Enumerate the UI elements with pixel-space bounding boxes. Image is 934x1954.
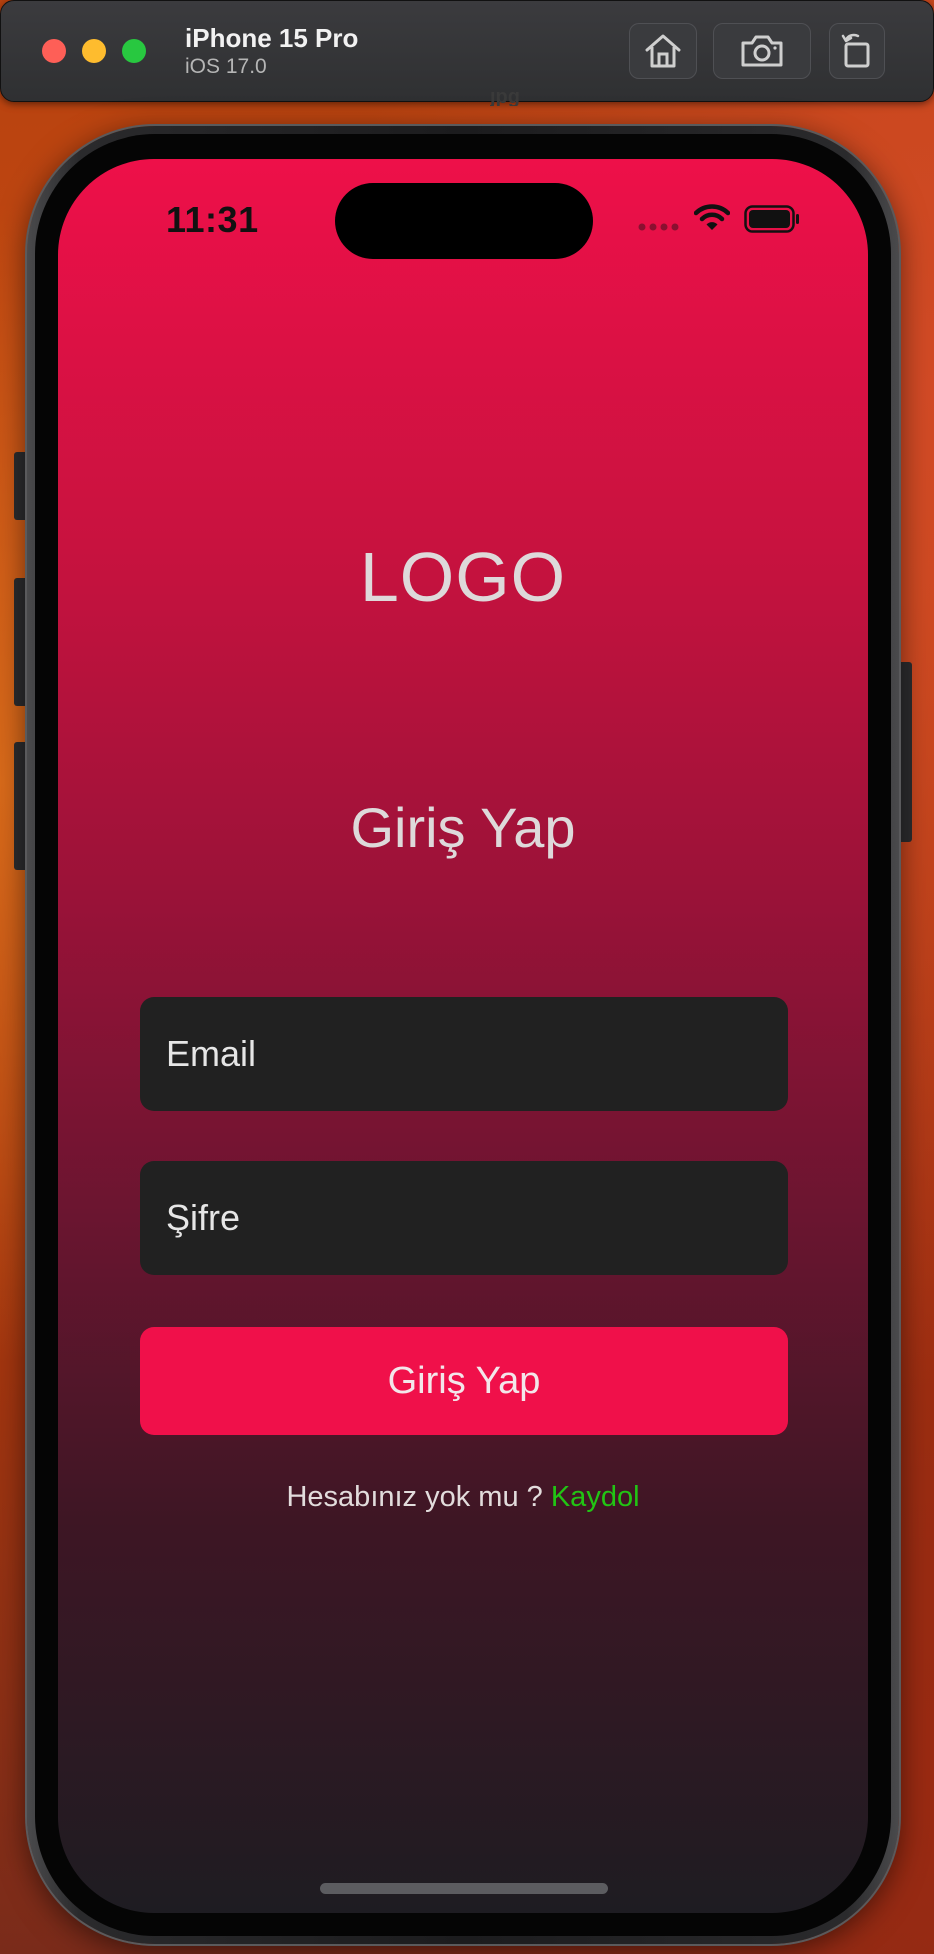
signal-dots-icon <box>638 223 679 231</box>
signup-prompt: Hesabınız yok mu ? Kaydol <box>58 1481 868 1514</box>
battery-icon <box>744 205 799 233</box>
dynamic-island <box>335 183 593 259</box>
rotate-icon <box>841 33 870 68</box>
email-field[interactable]: Email <box>140 997 788 1111</box>
screenshot-icon <box>741 35 783 67</box>
simulator-title-bar: iPhone 15 Pro iOS 17.0 <box>0 0 934 102</box>
action-button <box>14 452 28 520</box>
signup-question: Hesabınız yok mu ? <box>286 1481 543 1513</box>
close-window-button[interactable] <box>42 39 66 63</box>
power-button <box>898 662 912 842</box>
home-button[interactable] <box>629 23 697 79</box>
rotate-button[interactable] <box>829 23 885 79</box>
home-indicator[interactable] <box>320 1883 608 1894</box>
app-logo: LOGO <box>359 538 567 616</box>
phone-screen: 11:31 LOGO Giriş Yap Email Şifre Giriş Y… <box>58 159 868 1913</box>
page-title: Giriş Yap <box>350 796 576 859</box>
minimize-window-button[interactable] <box>82 39 106 63</box>
os-version: iOS 17.0 <box>185 55 267 78</box>
volume-up-button <box>14 578 28 706</box>
screenshot-button[interactable] <box>713 23 811 79</box>
file-tag: jpg <box>490 92 520 106</box>
device-name: iPhone 15 Pro <box>185 23 359 53</box>
zoom-window-button[interactable] <box>122 39 146 63</box>
status-time: 11:31 <box>166 199 259 240</box>
wifi-icon <box>694 204 730 230</box>
volume-down-button <box>14 742 28 870</box>
signup-link[interactable]: Kaydol <box>551 1481 640 1513</box>
login-button[interactable]: Giriş Yap <box>140 1327 788 1435</box>
home-icon <box>645 34 681 68</box>
password-field[interactable]: Şifre <box>140 1161 788 1275</box>
